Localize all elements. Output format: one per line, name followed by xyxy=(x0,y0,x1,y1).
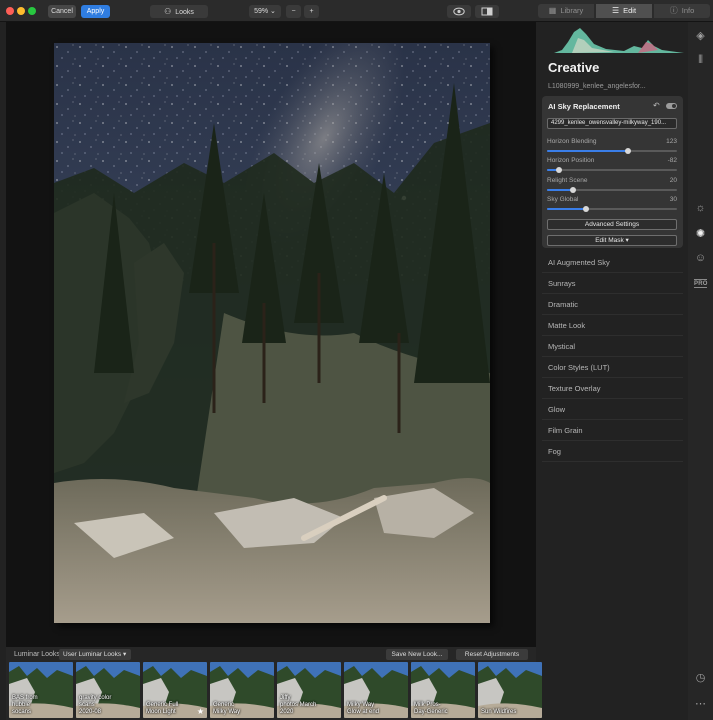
zoom-in-button[interactable]: + xyxy=(304,5,319,18)
tab-edit[interactable]: ☰ Edit xyxy=(596,4,652,18)
edit-sliders-icon: ☰ xyxy=(611,6,620,15)
chevron-down-icon: ⌄ xyxy=(270,8,276,15)
image-filename: L1080999_kenlee_angelesfor... xyxy=(548,83,646,90)
look-name: Jiffy photos March 2020 xyxy=(280,695,317,715)
slider-value: 123 xyxy=(666,138,677,145)
tool-texture-overlay[interactable]: Texture Overlay xyxy=(542,378,683,399)
image-canvas[interactable] xyxy=(6,22,536,647)
slider-knob[interactable] xyxy=(556,167,562,173)
look-thumbnail[interactable]: BAS from hubble socans xyxy=(9,662,73,718)
histogram xyxy=(554,28,684,53)
photo-preview xyxy=(54,43,490,623)
preview-toggle-button[interactable] xyxy=(447,5,471,18)
info-icon: ⓘ xyxy=(669,6,678,15)
zoom-dropdown[interactable]: 59% ⌄ xyxy=(249,5,281,18)
tool-fog[interactable]: Fog xyxy=(542,441,683,462)
slider-fill xyxy=(547,150,628,152)
looks-bar-label: Luminar Looks: xyxy=(14,651,62,658)
look-name: Generic Milky Way xyxy=(213,702,241,715)
look-name: Sun Wildfires xyxy=(481,709,517,715)
milky-way-forest-photo xyxy=(54,43,490,623)
slider-fill xyxy=(547,208,586,210)
looks-label: Looks xyxy=(175,9,194,16)
sky-global-slider[interactable]: Sky Global 30 xyxy=(547,196,677,214)
ai-sky-replacement-card: AI Sky Replacement ↶ 4299_kenlee_owensva… xyxy=(542,96,683,248)
slider-knob[interactable] xyxy=(625,148,631,154)
slider-knob[interactable] xyxy=(583,206,589,212)
looks-collection-dropdown[interactable]: User Luminar Looks ▾ xyxy=(59,649,131,660)
tool-sunrays[interactable]: Sunrays xyxy=(542,273,683,294)
slider-label: Horizon Blending xyxy=(547,138,597,145)
look-name: Generic Full Moon Light xyxy=(146,702,179,715)
looks-icon: ⚇ xyxy=(164,7,172,16)
relight-scene-slider[interactable]: Relight Scene 20 xyxy=(547,177,677,195)
advanced-settings-button[interactable]: Advanced Settings xyxy=(547,219,677,230)
layers-icon[interactable]: ◈ xyxy=(692,28,709,45)
sky-selection-dropdown[interactable]: 4299_kenlee_owensvalley-milkyway_190... xyxy=(547,118,677,129)
apply-button[interactable]: Apply xyxy=(81,5,110,18)
slider-value: -82 xyxy=(667,157,677,164)
slider-label: Sky Global xyxy=(547,196,579,203)
close-window-icon[interactable] xyxy=(6,7,14,15)
slider-value: 30 xyxy=(669,196,677,203)
horizon-blending-slider[interactable]: Horizon Blending 123 xyxy=(547,138,677,156)
tab-library[interactable]: ▦ Library xyxy=(538,4,594,18)
minimize-window-icon[interactable] xyxy=(17,7,25,15)
more-icon[interactable]: ⋯ xyxy=(692,696,709,713)
horizon-position-slider[interactable]: Horizon Position -82 xyxy=(547,157,677,175)
tab-edit-label: Edit xyxy=(623,6,637,15)
tab-info-label: Info xyxy=(681,6,695,15)
look-thumbnail[interactable]: Milk Pros- Day-Generic xyxy=(411,662,475,718)
tool-glow[interactable]: Glow xyxy=(542,399,683,420)
tool-category-rail xyxy=(688,22,713,720)
edit-mask-button[interactable]: Edit Mask ▾ xyxy=(547,235,677,246)
slider-label: Relight Scene xyxy=(547,177,588,184)
sky-card-title: AI Sky Replacement xyxy=(548,102,620,111)
tool-color-styles[interactable]: Color Styles (LUT) xyxy=(542,357,683,378)
look-thumbnail[interactable]: Generic Milky Way xyxy=(210,662,274,718)
split-compare-icon xyxy=(481,7,493,16)
tool-dramatic[interactable]: Dramatic xyxy=(542,294,683,315)
looks-button[interactable]: ⚇ Looks xyxy=(150,5,208,18)
look-thumbnail[interactable]: Milky Way Glow at end xyxy=(344,662,408,718)
face-icon[interactable]: ☺ xyxy=(692,250,709,267)
reset-adjustments-button[interactable]: Reset Adjustments xyxy=(456,649,528,660)
look-thumbnail[interactable]: gravity color scans 2020-08 xyxy=(76,662,140,718)
eye-icon xyxy=(453,7,465,16)
slider-track xyxy=(547,169,677,171)
slider-label: Horizon Position xyxy=(547,157,595,164)
look-name: BAS from hubble socans xyxy=(12,695,38,715)
tool-matte-look[interactable]: Matte Look xyxy=(542,315,683,336)
slider-knob[interactable] xyxy=(570,187,576,193)
visibility-toggle[interactable] xyxy=(666,103,677,109)
toolbar: Cancel Apply ⚇ Looks 59% ⌄ − + ▦ Library ☰… xyxy=(0,0,713,22)
sun-icon[interactable]: ☼ xyxy=(692,200,709,217)
zoom-value: 59% xyxy=(254,8,269,15)
tab-info[interactable]: ⓘ Info xyxy=(654,4,710,18)
look-thumbnail[interactable]: Generic Full Moon Light ★ xyxy=(143,662,207,718)
cancel-button[interactable]: Cancel xyxy=(48,5,76,18)
slider-value: 20 xyxy=(669,177,677,184)
zoom-out-button[interactable]: − xyxy=(286,5,301,18)
panel-title: Creative xyxy=(548,60,600,75)
sliders-panel-icon[interactable]: ⫴ xyxy=(692,52,709,69)
look-name: gravity color scans 2020-08 xyxy=(79,695,112,715)
favorite-star-icon[interactable]: ★ xyxy=(197,707,204,716)
look-name: Milk Pros- Day-Generic xyxy=(414,702,448,715)
zoom-window-icon[interactable] xyxy=(28,7,36,15)
tool-mystical[interactable]: Mystical xyxy=(542,336,683,357)
reset-icon[interactable]: ↶ xyxy=(653,101,660,110)
compare-button[interactable] xyxy=(475,5,499,18)
save-new-look-button[interactable]: Save New Look... xyxy=(386,649,448,660)
history-icon[interactable]: ◷ xyxy=(692,670,709,687)
palette-icon[interactable]: ✺ xyxy=(692,226,709,243)
pro-icon[interactable]: PRO xyxy=(694,279,707,288)
tool-film-grain[interactable]: Film Grain xyxy=(542,420,683,441)
tool-ai-augmented-sky[interactable]: AI Augmented Sky xyxy=(542,252,683,273)
look-thumbnail[interactable]: Jiffy photos March 2020 xyxy=(277,662,341,718)
look-thumbnail[interactable]: Sun Wildfires xyxy=(478,662,542,718)
look-name: Milky Way Glow at end xyxy=(347,702,380,715)
tab-library-label: Library xyxy=(560,6,584,15)
library-grid-icon: ▦ xyxy=(548,6,557,15)
